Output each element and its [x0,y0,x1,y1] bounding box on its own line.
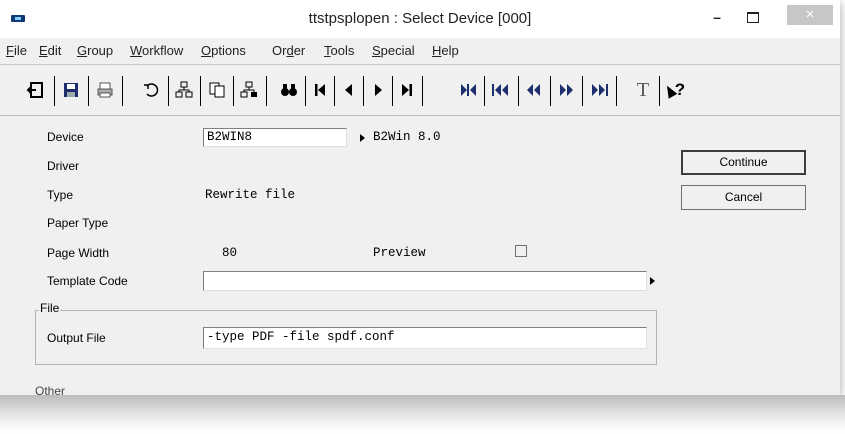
menu-group[interactable]: Group [77,43,113,58]
device-input[interactable]: B2WIN8 [203,128,347,147]
minimize-button[interactable]: – [702,6,732,30]
template-code-label: Template Code [47,274,128,288]
preview-label: Preview [373,246,426,260]
output-file-label: Output File [47,331,106,345]
toolbar-separator [168,76,169,106]
template-code-input[interactable] [203,271,647,291]
menu-options[interactable]: Options [201,43,246,58]
previous-group-icon[interactable] [521,76,547,104]
next-group-icon[interactable] [553,76,579,104]
toolbar: T ? [0,68,840,112]
maximize-button[interactable] [738,6,768,30]
toolbar-separator [484,76,485,106]
device-description: B2Win 8.0 [373,130,441,144]
toolbar-separator [266,76,267,106]
page-width-value: 80 [222,246,238,260]
print-icon[interactable] [92,76,118,104]
menu-special[interactable]: Special [372,43,415,58]
toolbar-separator [582,76,583,106]
first-group-icon[interactable] [487,76,515,104]
toolbar-separator [200,76,201,106]
find-binoculars-icon[interactable] [276,76,302,104]
text-icon[interactable]: T [631,76,655,104]
template-code-zoom-arrow-icon[interactable] [650,277,655,285]
menu-bar: File Edit Group Workflow Options Order T… [0,40,840,62]
last-group-icon[interactable] [585,76,613,104]
toolbar-separator [363,76,364,106]
menu-edit[interactable]: Edit [39,43,61,58]
context-help-icon[interactable]: ? [662,76,688,104]
paper-type-label: Paper Type [47,216,109,230]
form-divider [0,115,840,116]
title-bar: ttstpsplopen : Select Device [000] – × [0,0,840,38]
preview-checkbox[interactable] [515,245,527,257]
help-glyph: ? [674,80,686,99]
toolbar-separator [616,76,617,106]
toolbar-separator [392,76,393,106]
menu-order[interactable]: Order [272,43,305,58]
save-icon[interactable] [58,76,84,104]
toolbar-separator [659,76,660,106]
select-device-window: ttstpsplopen : Select Device [000] – × F… [0,0,840,398]
toolbar-separator [305,76,306,106]
toolbar-separator [54,76,55,106]
exit-icon[interactable] [22,76,48,104]
toolbar-separator [550,76,551,106]
output-file-input[interactable]: -type PDF -file spdf.conf [203,327,647,349]
toolbar-separator [422,76,423,106]
previous-record-icon[interactable] [338,76,360,104]
blurred-edge [0,395,845,434]
continue-button[interactable]: Continue [681,150,806,175]
next-record-icon[interactable] [367,76,389,104]
page-width-label: Page Width [47,246,110,260]
toolbar-separator [122,76,123,106]
toolbar-separator [88,76,89,106]
type-value: Rewrite file [205,188,296,202]
menu-help[interactable]: Help [432,43,459,58]
last-record-icon[interactable] [396,76,418,104]
toolbar-separator [334,76,335,106]
device-label: Device [47,130,84,144]
insert-record-icon[interactable] [171,76,197,104]
menu-file[interactable]: File [6,43,27,58]
menu-divider [0,64,840,65]
driver-label: Driver [47,159,79,173]
first-set-icon[interactable] [455,76,481,104]
menu-tools[interactable]: Tools [324,43,354,58]
cancel-button[interactable]: Cancel [681,185,806,210]
type-label: Type [47,188,74,202]
toolbar-separator [233,76,234,106]
device-zoom-arrow-icon[interactable] [360,134,365,142]
menu-workflow[interactable]: Workflow [130,43,183,58]
copy-icon[interactable] [204,76,230,104]
close-button[interactable]: × [787,5,833,25]
move-record-icon[interactable] [236,76,262,104]
undo-icon[interactable] [138,76,164,104]
toolbar-separator [518,76,519,106]
file-group-label: File [39,301,61,315]
first-record-icon[interactable] [309,76,331,104]
